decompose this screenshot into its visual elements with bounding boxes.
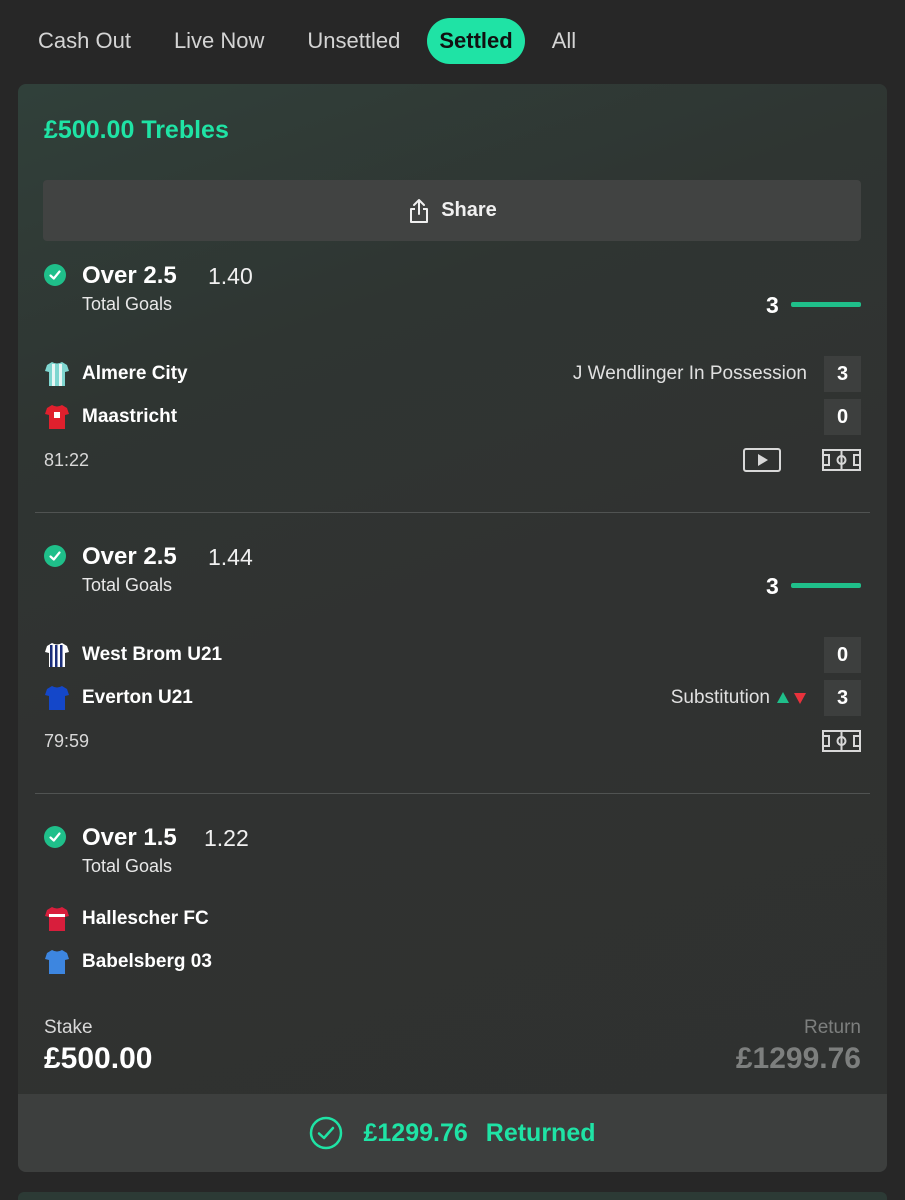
- away-score: 3: [824, 680, 861, 716]
- check-icon: [44, 826, 66, 848]
- team-name: Almere City: [82, 363, 188, 384]
- tab-unsettled[interactable]: Unsettled: [291, 18, 416, 64]
- team-home: Hallescher FC: [44, 905, 209, 933]
- bet-card: £500.00 Trebles Share Over 2.5 1.40 Tota…: [18, 84, 887, 1172]
- team-name: West Brom U21: [82, 644, 223, 665]
- home-score: 0: [824, 637, 861, 673]
- bet-filter-tabs: Cash Out Live Now Unsettled Settled All: [0, 0, 905, 82]
- stake-value: £500.00: [44, 1042, 153, 1075]
- selection-divider: [35, 512, 870, 513]
- pitch-icon[interactable]: [822, 449, 861, 471]
- arrow-down-icon: [794, 693, 806, 704]
- match-event-text: Substitution: [670, 687, 770, 708]
- selection-odds: 1.44: [208, 544, 253, 570]
- team-name: Hallescher FC: [82, 908, 209, 929]
- team-name: Babelsberg 03: [82, 951, 212, 972]
- stake-label: Stake: [44, 1017, 93, 1038]
- tab-settled[interactable]: Settled: [427, 18, 525, 64]
- goal-progress-bar: [791, 583, 861, 588]
- returned-banner: £1299.76 Returned: [18, 1094, 887, 1172]
- match-time: 81:22: [44, 450, 90, 470]
- goal-count: 3: [766, 292, 779, 318]
- next-bet-card-edge: [18, 1192, 887, 1200]
- share-button[interactable]: Share: [43, 180, 861, 241]
- kit-icon: [45, 405, 69, 429]
- selection-odds: 1.40: [208, 263, 253, 289]
- match-event-text: J Wendlinger In Possession: [572, 363, 807, 384]
- selection-odds: 1.22: [204, 825, 249, 851]
- match-time: 79:59: [44, 731, 90, 751]
- tab-all[interactable]: All: [536, 18, 592, 64]
- team-away: Everton U21: [44, 684, 193, 712]
- check-icon: [44, 264, 66, 286]
- away-score: 0: [824, 399, 861, 435]
- check-circle-icon: [310, 1116, 343, 1150]
- home-score: 3: [824, 356, 861, 392]
- team-away: Maastricht: [44, 403, 177, 431]
- tab-cash-out[interactable]: Cash Out: [22, 18, 147, 64]
- selection-market: Total Goals: [82, 294, 173, 314]
- selection-market: Total Goals: [82, 856, 173, 876]
- share-label: Share: [441, 199, 497, 221]
- team-name: Everton U21: [82, 687, 193, 708]
- kit-icon: [45, 643, 69, 667]
- tab-live-now[interactable]: Live Now: [158, 18, 280, 64]
- kit-icon: [45, 362, 69, 386]
- team-name: Maastricht: [82, 406, 178, 427]
- kit-icon: [45, 686, 69, 710]
- arrow-up-icon: [777, 692, 789, 703]
- selection-divider: [35, 793, 870, 794]
- team-home: Almere City: [44, 360, 188, 388]
- return-value: £1299.76: [735, 1042, 861, 1075]
- team-home: West Brom U21: [44, 641, 222, 669]
- kit-icon: [45, 950, 69, 974]
- goal-count: 3: [766, 573, 779, 599]
- return-label: Return: [803, 1017, 861, 1038]
- share-icon: [410, 198, 429, 223]
- selection-market: Total Goals: [82, 575, 173, 595]
- check-icon: [44, 545, 66, 567]
- goal-progress-bar: [791, 302, 861, 307]
- returned-amount: £1299.76: [363, 1118, 468, 1147]
- selection-name: Over 2.5: [82, 543, 177, 570]
- kit-icon: [45, 907, 69, 931]
- returned-label: Returned: [485, 1118, 596, 1147]
- match-event: Substitution: [671, 687, 807, 709]
- selection-name: Over 1.5: [82, 824, 177, 851]
- team-away: Babelsberg 03: [44, 948, 212, 976]
- play-icon[interactable]: [743, 448, 781, 472]
- pitch-icon[interactable]: [822, 730, 861, 752]
- bet-title: £500.00 Trebles: [44, 116, 229, 144]
- selection-name: Over 2.5: [82, 262, 177, 289]
